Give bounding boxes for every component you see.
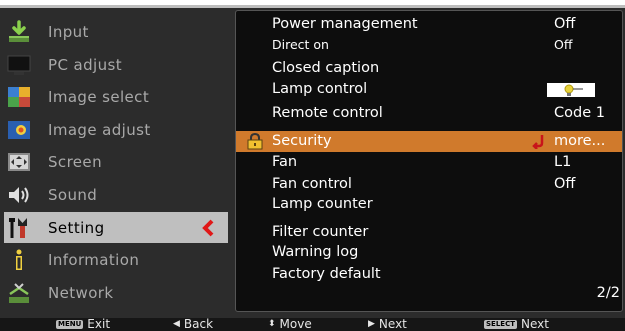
hint-move-label: Move xyxy=(279,317,312,331)
setting-label: Filter counter xyxy=(272,224,369,240)
setting-label: Factory default xyxy=(272,266,381,282)
image-adjust-icon xyxy=(4,117,34,143)
setting-label: Security xyxy=(272,133,332,149)
information-icon xyxy=(4,247,34,273)
menu-item-input[interactable]: Input xyxy=(4,16,228,49)
menu-item-setting[interactable]: Setting xyxy=(4,212,228,243)
setting-row-lamp-counter[interactable]: Lamp counter xyxy=(236,194,622,215)
select-key-icon: SELECT xyxy=(484,320,517,329)
hint-next: ▶ Next xyxy=(368,318,407,331)
selected-arrow-icon xyxy=(202,219,214,241)
hint-select-label: Next xyxy=(520,317,549,331)
menu-item-label: Sound xyxy=(48,185,98,204)
setting-label: Fan xyxy=(272,154,298,170)
setting-row-closed-caption[interactable]: Closed caption xyxy=(236,58,622,79)
setting-label: Remote control xyxy=(272,105,383,121)
menu-item-sound[interactable]: Sound xyxy=(4,179,228,212)
setting-value: L1 xyxy=(554,154,572,170)
setting-row-factory-default[interactable]: Factory default xyxy=(236,264,622,285)
setting-row-remote-control[interactable]: Remote control Code 1 xyxy=(236,103,622,124)
network-icon xyxy=(4,280,34,306)
menu-item-pc-adjust[interactable]: PC adjust xyxy=(4,49,228,82)
menu-item-image-select[interactable]: Image select xyxy=(4,81,228,114)
up-down-arrow-icon: ⬍ xyxy=(268,319,276,329)
menu-item-network[interactable]: Network xyxy=(4,277,228,310)
menu-item-label: Input xyxy=(48,23,89,42)
image-select-icon xyxy=(4,84,34,110)
hint-select: SELECT Next xyxy=(484,318,549,331)
setting-row-direct-on[interactable]: Direct on Off xyxy=(236,34,622,55)
setting-row-fan[interactable]: Fan L1 xyxy=(236,152,622,173)
left-arrow-icon: ◀ xyxy=(173,319,180,329)
pc-adjust-icon xyxy=(4,52,34,78)
menu-item-label: Network xyxy=(48,283,114,302)
setting-label: Power management xyxy=(272,16,418,32)
hint-exit: MENU Exit xyxy=(56,318,110,331)
menu-item-image-adjust[interactable]: Image adjust xyxy=(4,114,228,147)
menu-item-screen[interactable]: Screen xyxy=(4,146,228,179)
osd-menu-frame: Input PC adjust Image select Image adjus… xyxy=(0,5,625,321)
page-indicator: 2/2 xyxy=(596,285,620,301)
input-arrow-icon xyxy=(4,19,34,45)
main-menu: Input PC adjust Image select Image adjus… xyxy=(4,16,228,309)
hint-back-label: Back xyxy=(183,317,214,331)
setting-label: Direct on xyxy=(272,37,329,52)
hint-exit-label: Exit xyxy=(87,317,111,331)
right-arrow-icon: ▶ xyxy=(368,319,375,329)
setting-value: Off xyxy=(554,37,573,52)
menu-item-label: Screen xyxy=(48,153,102,172)
sound-icon xyxy=(4,182,34,208)
setting-label: Lamp control xyxy=(272,81,368,97)
menu-item-label: Image adjust xyxy=(48,120,151,139)
hint-move: ⬍ Move xyxy=(268,318,312,331)
setting-value: more... xyxy=(554,133,606,149)
menu-item-label: Image select xyxy=(48,88,150,107)
setting-row-filter-counter[interactable]: Filter counter xyxy=(236,222,622,243)
setting-value: Off xyxy=(554,16,576,32)
setting-value: Off xyxy=(554,176,576,192)
menu-item-information[interactable]: Information xyxy=(4,244,228,277)
key-hint-bar: MENU Exit ◀ Back ⬍ Move ▶ Next SELECT Ne… xyxy=(0,318,625,331)
menu-key-icon: MENU xyxy=(56,320,84,329)
menu-item-label: Setting xyxy=(48,218,105,237)
settings-panel: Power management Off Direct on Off Close… xyxy=(235,10,623,312)
setting-label: Closed caption xyxy=(272,60,380,76)
setting-row-warning-log[interactable]: Warning log xyxy=(236,242,622,263)
setting-label: Fan control xyxy=(272,176,352,192)
screen-icon xyxy=(4,149,34,175)
setting-row-power-management[interactable]: Power management Off xyxy=(236,14,622,35)
setting-row-security[interactable]: Security more... xyxy=(236,131,622,152)
setting-row-fan-control[interactable]: Fan control Off xyxy=(236,174,622,195)
menu-item-label: PC adjust xyxy=(48,55,122,74)
setting-tools-icon xyxy=(4,215,34,241)
setting-value: Code 1 xyxy=(554,105,605,121)
setting-row-lamp-control[interactable]: Lamp control xyxy=(236,79,622,100)
hint-next-label: Next xyxy=(378,317,407,331)
setting-label: Lamp counter xyxy=(272,196,373,212)
menu-item-label: Information xyxy=(48,251,140,270)
lamp-mode-indicator xyxy=(547,83,595,97)
setting-label: Warning log xyxy=(272,244,359,260)
hint-back: ◀ Back xyxy=(173,318,213,331)
